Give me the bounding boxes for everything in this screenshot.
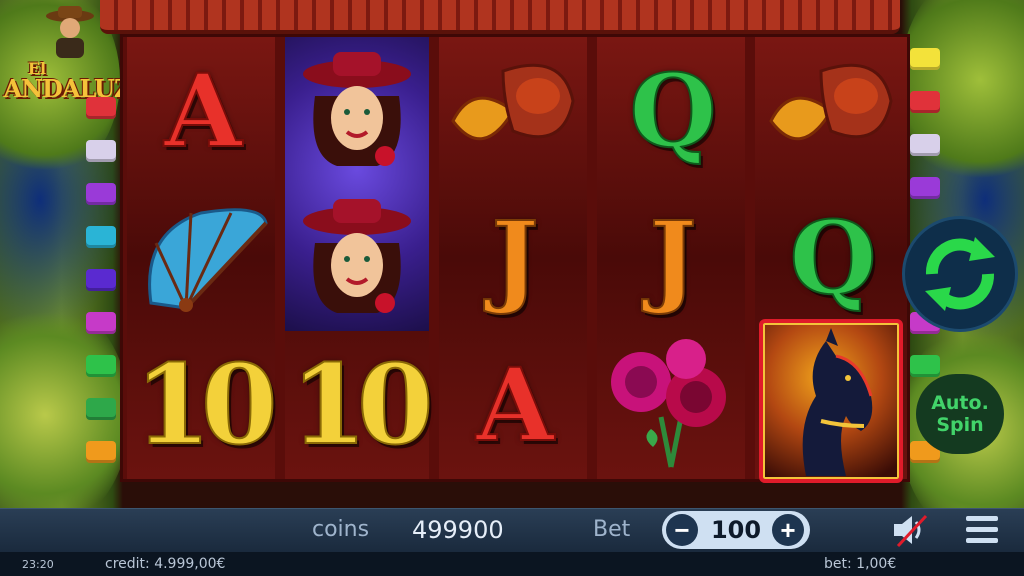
payline-tab[interactable] [910, 355, 940, 377]
auto-spin-label: Auto. Spin [931, 392, 989, 436]
payline-tab[interactable] [86, 441, 116, 463]
auto-spin-label-line2: Spin [936, 414, 984, 436]
bottom-control-bar [0, 508, 1024, 552]
symbol-cell: A [439, 331, 587, 478]
symbol-cell: 10 [127, 331, 278, 478]
bet-label: Bet [593, 517, 631, 542]
payline-tab[interactable] [86, 269, 116, 291]
roses-icon [611, 339, 726, 468]
lady-icon [303, 198, 411, 313]
reel-4: Q J [597, 37, 745, 479]
symbol-cell [597, 331, 745, 478]
symbol-cell [755, 318, 907, 483]
reel-5: Q [755, 37, 907, 483]
payline-tab[interactable] [86, 97, 116, 119]
auto-spin-button[interactable]: Auto. Spin [916, 374, 1004, 454]
horse-symbol-frame [759, 318, 903, 483]
status-bar: 23:20 credit: 4.999,00€ bet: 1,00€ [0, 552, 1024, 576]
clock-time: 23:20 [22, 558, 54, 571]
character-icon [44, 4, 96, 58]
speaker-muted-icon [894, 514, 928, 548]
fan-icon [148, 207, 268, 312]
menu-button[interactable] [962, 512, 1002, 548]
payline-tab[interactable] [910, 91, 940, 113]
tiled-roof [100, 0, 900, 34]
symbol-letter: J [490, 198, 539, 317]
bet-amount-text: bet: 1,00€ [824, 556, 897, 572]
symbol-cell [127, 184, 275, 331]
symbol-cell [285, 37, 429, 331]
symbol-letter: 10 [133, 339, 278, 469]
payline-tab[interactable] [86, 312, 116, 334]
payline-tab[interactable] [910, 48, 940, 70]
coins-label: coins [312, 517, 370, 542]
symbol-cell [439, 37, 587, 184]
symbol-cell [755, 37, 907, 184]
symbol-letter: A [475, 345, 555, 464]
payline-tab[interactable] [910, 134, 940, 156]
payline-tab[interactable] [86, 183, 116, 205]
reel-grid: A 10 10 J A Q J Q [120, 34, 910, 483]
bet-stepper: − 100 + [662, 511, 810, 549]
reel-3: J A [439, 37, 587, 479]
symbol-cell: Q [755, 184, 907, 331]
symbol-letter: Q [628, 51, 717, 170]
payline-tab[interactable] [86, 355, 116, 377]
symbol-cell: Q [597, 37, 745, 184]
payline-tab[interactable] [910, 177, 940, 199]
symbol-letter: J [648, 198, 697, 317]
coins-value: 499900 [412, 516, 504, 544]
symbol-letter: Q [788, 198, 877, 317]
symbol-letter: 10 [289, 339, 434, 469]
symbol-letter: A [163, 51, 243, 170]
auto-spin-label-line1: Auto. [931, 392, 989, 414]
sombrero-icon [769, 63, 893, 140]
bet-increase-button[interactable]: + [772, 514, 804, 546]
hamburger-menu-icon [966, 516, 998, 543]
symbol-cell: J [439, 184, 587, 331]
spin-button[interactable] [902, 216, 1018, 332]
payline-tab[interactable] [86, 140, 116, 162]
payline-tab[interactable] [86, 226, 116, 248]
reel-1: A 10 [127, 37, 279, 479]
lady-icon [303, 51, 411, 166]
refresh-icon [925, 237, 995, 311]
symbol-cell: J [597, 184, 745, 331]
symbol-cell: 10 [285, 331, 434, 478]
sound-toggle-button[interactable] [890, 512, 930, 548]
payline-tab[interactable] [86, 398, 116, 420]
credit-text: credit: 4.999,00€ [105, 556, 226, 572]
symbol-cell: A [127, 37, 275, 184]
sombrero-icon [451, 63, 575, 140]
horse-icon [802, 327, 873, 476]
reel-2: 10 [285, 37, 435, 479]
